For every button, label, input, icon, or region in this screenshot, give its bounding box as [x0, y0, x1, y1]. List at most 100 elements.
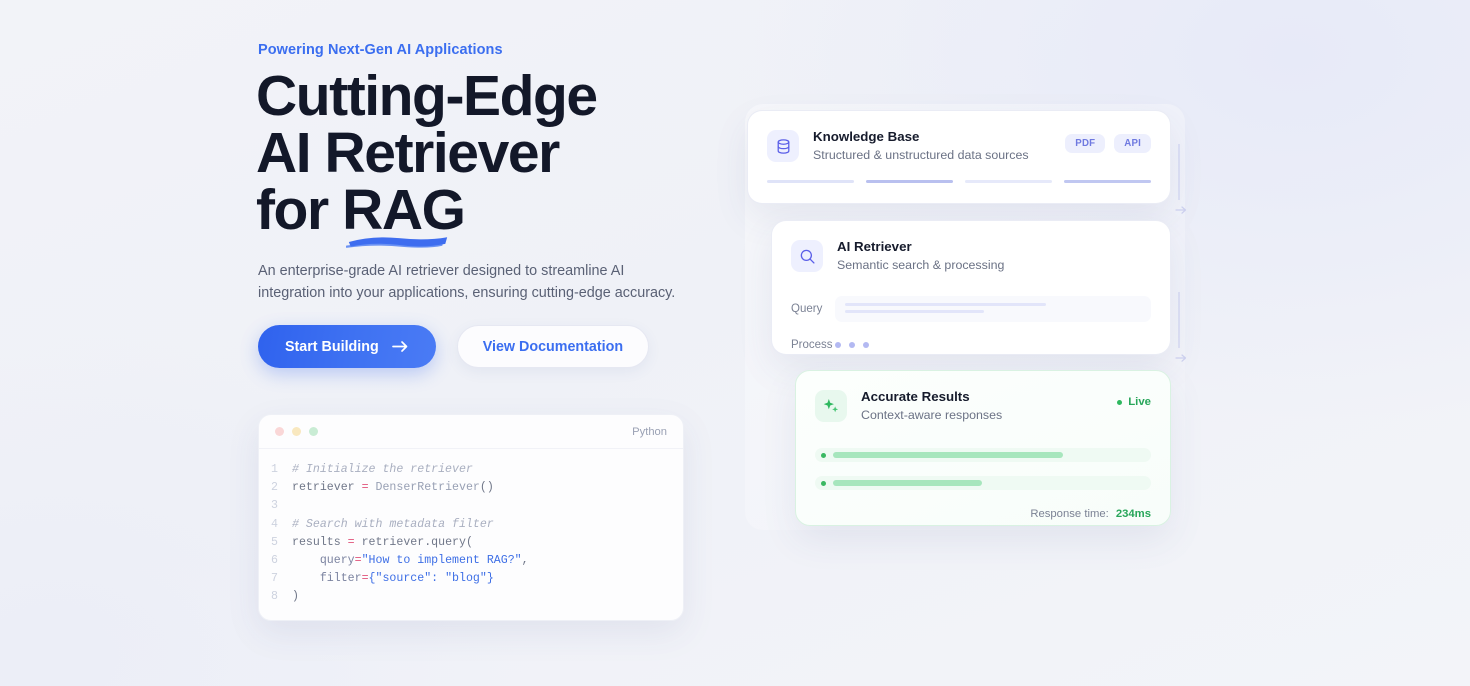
code-line: 5 results = retriever.query(	[259, 534, 683, 552]
code-line-number: 1	[271, 463, 278, 476]
code-token: {"source": "blog"}	[368, 572, 494, 586]
badge-pdf[interactable]: PDF	[1065, 134, 1106, 153]
traffic-lights	[275, 427, 318, 436]
view-documentation-label: View Documentation	[482, 338, 624, 355]
code-line: 7 filter={"source": "blog"}	[259, 570, 683, 588]
card-header: AI Retriever Semantic search & processin…	[772, 221, 1170, 274]
search-icon	[791, 240, 823, 273]
code-line-text: # Initialize the retriever	[292, 461, 473, 479]
result-bar-row	[796, 476, 1170, 491]
code-line: 8)	[259, 588, 683, 606]
card-titles: Knowledge Base Structured & unstructured…	[813, 128, 1029, 164]
status-label: Live	[1128, 396, 1151, 408]
code-token: retriever.query(	[354, 535, 473, 549]
process-dot-icon	[863, 342, 869, 349]
response-time-label: Response time:	[1030, 508, 1109, 521]
badge-api[interactable]: API	[1114, 134, 1151, 153]
maximize-dot-icon[interactable]	[309, 427, 318, 436]
code-line-number: 8	[271, 590, 278, 604]
response-time-row: Response time: 234ms	[796, 508, 1170, 520]
view-documentation-button[interactable]: View Documentation	[456, 325, 650, 368]
code-language-label: Python	[632, 425, 667, 438]
database-icon	[767, 130, 799, 163]
close-dot-icon[interactable]	[275, 427, 284, 436]
data-source-bar	[767, 180, 854, 184]
source-badges: PDF API	[1065, 134, 1151, 153]
card-knowledge-base[interactable]: Knowledge Base Structured & unstructured…	[747, 110, 1171, 204]
card-accurate-results[interactable]: Accurate Results Context-aware responses…	[795, 370, 1171, 526]
process-row: Process	[772, 339, 1170, 351]
code-token: retriever	[292, 481, 362, 495]
code-token: =	[347, 535, 355, 549]
minimize-dot-icon[interactable]	[292, 427, 301, 436]
code-line-number: 6	[271, 554, 278, 568]
process-dots	[835, 342, 869, 349]
code-token: DenserRetriever	[368, 481, 480, 495]
start-building-button[interactable]: Start Building	[258, 325, 436, 368]
code-token: results	[292, 535, 348, 549]
code-line-text: results = retriever.query(	[292, 534, 473, 552]
result-bar-track	[815, 476, 1151, 491]
code-token: # Search with metadata filter	[292, 517, 494, 531]
code-token: =	[361, 572, 369, 586]
cta-row: Start Building View Documentation	[258, 325, 650, 368]
headline-line-3-prefix: for	[256, 178, 343, 242]
response-time-value: 234ms	[1115, 508, 1151, 521]
code-snippet-window: Python 1 # Initialize the retriever 2 retri…	[258, 414, 684, 621]
status-dot-icon	[1117, 399, 1123, 405]
result-bar-fill	[833, 452, 1064, 459]
card-subtitle: Semantic search & processing	[837, 257, 1005, 272]
code-line: 4 # Search with metadata filter	[259, 516, 683, 534]
code-line: 3	[259, 497, 683, 515]
query-row: Query	[772, 296, 1170, 323]
code-token: # Initialize the retriever	[292, 463, 473, 476]
code-window-titlebar: Python	[259, 415, 683, 449]
code-token: )	[292, 590, 299, 604]
query-input[interactable]	[835, 296, 1151, 323]
card-header: Accurate Results Context-aware responses…	[796, 371, 1170, 424]
query-skeleton-line-1	[845, 303, 1047, 307]
code-token: filter	[292, 572, 362, 586]
code-line-number: 2	[271, 481, 278, 495]
code-token: "How to implement RAG?"	[361, 554, 522, 568]
card-title: Knowledge Base	[813, 129, 920, 144]
hero-page: Powering Next-Gen AI Applications Cuttin…	[0, 0, 1470, 686]
code-line-text: retriever = DenserRetriever()	[292, 479, 494, 497]
code-line: 6 query="How to implement RAG?",	[259, 552, 683, 570]
code-line: 2 retriever = DenserRetriever()	[259, 479, 683, 497]
code-token: query	[292, 554, 355, 568]
data-source-bar	[965, 180, 1052, 184]
headline-line-1: Cutting-Edge	[256, 64, 598, 128]
result-bars	[796, 448, 1170, 491]
code-line-text: filter={"source": "blog"}	[292, 570, 494, 588]
card-title: AI Retriever	[837, 239, 912, 254]
process-dot-icon	[835, 342, 841, 349]
code-token: =	[354, 554, 362, 568]
code-line-number: 4	[271, 517, 278, 531]
code-line-number: 3	[271, 499, 278, 513]
start-building-label: Start Building	[285, 338, 379, 355]
card-titles: AI Retriever Semantic search & processin…	[837, 238, 1004, 274]
process-dot-icon	[849, 342, 855, 349]
result-bullet-icon	[821, 452, 826, 458]
card-titles: Accurate Results Context-aware responses	[861, 388, 1002, 424]
code-lines: 1 # Initialize the retriever 2 retriever = …	[259, 449, 683, 607]
card-ai-retriever[interactable]: AI Retriever Semantic search & processin…	[771, 220, 1171, 355]
code-line-text: # Search with metadata filter	[292, 516, 494, 534]
code-token: ,	[521, 554, 529, 568]
arrow-right-icon	[391, 341, 408, 352]
sparkle-icon	[815, 390, 847, 423]
status-badge: Live	[1117, 396, 1151, 408]
query-skeleton-line-2	[845, 310, 985, 314]
card-subtitle: Structured & unstructured data sources	[813, 147, 1029, 162]
headline-highlight-wrap: RAG	[342, 182, 466, 248]
query-label: Query	[791, 303, 823, 316]
code-line-number: 7	[271, 572, 278, 586]
data-source-bar	[866, 180, 953, 184]
card-subtitle: Context-aware responses	[861, 407, 1003, 422]
data-source-bar	[1064, 180, 1151, 184]
result-bar-row	[796, 448, 1170, 463]
code-line-text: )	[292, 588, 299, 606]
headline-line-2: AI Retriever	[256, 121, 560, 185]
process-label: Process	[791, 339, 833, 352]
